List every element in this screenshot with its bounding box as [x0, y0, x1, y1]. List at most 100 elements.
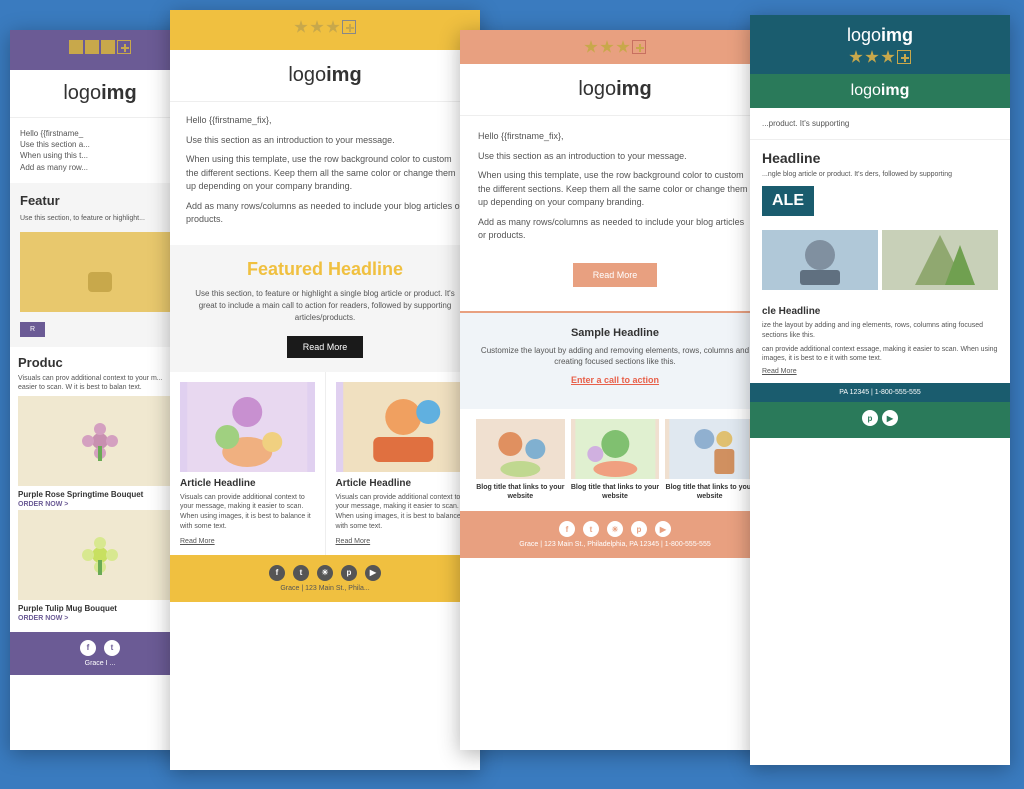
- card4-primary-header: logoimg: [750, 15, 1010, 74]
- card4-thumb1: [762, 230, 878, 290]
- card2-article1: Article Headline Visuals can provide add…: [170, 372, 326, 555]
- card3-intro: Use this section as an introduction to y…: [478, 150, 752, 164]
- twitter-icon[interactable]: t: [104, 640, 120, 656]
- card1-greeting: Hello {{firstname_: [20, 128, 180, 139]
- card4-stars-row: [760, 50, 1000, 64]
- card2-greeting: Hello {{firstname_fix},: [186, 114, 464, 128]
- card2-article2-headline: Article Headline: [336, 478, 471, 489]
- card4-headline: Headline: [762, 150, 998, 166]
- card3-body-p2: Add as many rows/columns as needed to in…: [478, 216, 752, 243]
- card3-body-p1: When using this template, use the row ba…: [478, 169, 752, 210]
- card4-contact-text: PA 12345 | 1-800-555-555: [760, 389, 1000, 396]
- card1-flower2-image: [18, 510, 182, 600]
- star-3: [101, 40, 115, 54]
- twitter-icon[interactable]: t: [293, 565, 309, 581]
- card3-read-more-area: Read More: [460, 263, 770, 311]
- card1-intro: Use this section a...: [20, 139, 180, 150]
- card2-footer: f t ☀ p ▶ Grace | 123 Main St., Phila...: [170, 555, 480, 602]
- card3-greeting: Hello {{firstname_fix},: [478, 130, 752, 144]
- pinterest-icon[interactable]: p: [862, 410, 878, 426]
- card2-article2-read-more[interactable]: Read More: [336, 538, 471, 545]
- card1-flower1-order[interactable]: ORDER NOW >: [18, 501, 182, 508]
- card2-logo-section: logoimg: [170, 50, 480, 102]
- card2-article1-headline: Article Headline: [180, 478, 315, 489]
- blog1-illustration: [476, 419, 565, 479]
- star-1: [294, 20, 308, 34]
- card3-blog3-image: [665, 419, 754, 479]
- card3-sample-section: Sample Headline Customize the layout by …: [460, 311, 770, 409]
- star-2: [85, 40, 99, 54]
- card3-blog1: Blog title that links to your website: [476, 419, 565, 501]
- card1-logo-section: logoimg: [10, 70, 190, 118]
- card2-article1-desc: Visuals can provide additional context t…: [180, 493, 315, 532]
- card1-header: [10, 30, 190, 70]
- star-1: [69, 40, 83, 54]
- star-1: [584, 40, 598, 54]
- card4-social-icons: p ▶: [758, 410, 1002, 426]
- flower2-svg: [75, 530, 125, 580]
- card3-blog-row: Blog title that links to your website Bl…: [460, 409, 770, 511]
- card4-secondary-header: logoimg: [750, 74, 1010, 108]
- card4-headline-desc: ...ngle blog article or product. It's de…: [762, 170, 998, 180]
- card2-article2-image: [336, 382, 471, 472]
- facebook-icon[interactable]: f: [559, 521, 575, 537]
- card2-featured-headline: Featured Headline: [186, 259, 464, 280]
- star-2: [310, 20, 324, 34]
- star-3: [881, 50, 895, 64]
- facebook-icon[interactable]: f: [80, 640, 96, 656]
- featured-figure-svg: [70, 242, 130, 302]
- card1-footer: f t Grace I ...: [10, 632, 190, 675]
- card2-article2-desc: Visuals can provide additional context t…: [336, 493, 471, 532]
- facebook-icon[interactable]: f: [269, 565, 285, 581]
- card3-footer-text: Grace | 123 Main St., Philadelphia, PA 1…: [470, 541, 760, 548]
- card1-product-desc: Visuals can prov additional context to y…: [18, 374, 182, 392]
- card3-cta-link[interactable]: Enter a call to action: [478, 375, 752, 385]
- card4-read-more[interactable]: Read More: [762, 368, 998, 375]
- flower1-svg: [75, 416, 125, 466]
- pinterest-icon[interactable]: p: [631, 521, 647, 537]
- card4-contact-bar: PA 12345 | 1-800-555-555: [750, 383, 1010, 402]
- card2-social-icons: f t ☀ p ▶: [180, 565, 470, 581]
- instagram-icon[interactable]: ☀: [317, 565, 333, 581]
- card4-body-section: ...product. It's supporting: [750, 108, 1010, 140]
- youtube-icon[interactable]: ▶: [882, 410, 898, 426]
- card2-read-more-btn[interactable]: Read More: [287, 336, 364, 358]
- card2-body-p1: When using this template, use the row ba…: [186, 153, 464, 194]
- article2-illustration: [336, 382, 471, 472]
- card4-body-text: ...product. It's supporting: [762, 118, 998, 129]
- card3-logo-section: logoimg: [460, 64, 770, 116]
- star-plus: [632, 40, 646, 54]
- blog3-illustration: [665, 419, 754, 479]
- card2-article1-read-more[interactable]: Read More: [180, 538, 315, 545]
- card4-sale-tag: ALE: [762, 186, 814, 216]
- card2-stars-row: [180, 20, 470, 34]
- card1-logo: logoimg: [63, 82, 136, 104]
- blog2-illustration: [571, 419, 660, 479]
- twitter-icon[interactable]: t: [583, 521, 599, 537]
- star-3: [326, 20, 340, 34]
- instagram-icon[interactable]: ☀: [607, 521, 623, 537]
- card2-body: Hello {{firstname_fix}, Use this section…: [170, 102, 480, 245]
- card3-blog3-title: Blog title that links to your website: [665, 483, 754, 501]
- card3-blog1-title: Blog title that links to your website: [476, 483, 565, 501]
- youtube-icon[interactable]: ▶: [365, 565, 381, 581]
- card1-flower1-image: [18, 396, 182, 486]
- card1-flower2-order[interactable]: ORDER NOW >: [18, 615, 182, 622]
- card3-blog2: Blog title that links to your website: [571, 419, 660, 501]
- pinterest-icon[interactable]: p: [341, 565, 357, 581]
- card3-footer: f t ☀ p ▶ Grace | 123 Main St., Philadel…: [460, 511, 770, 558]
- card4-footer: p ▶: [750, 402, 1010, 438]
- card1-body-p2: Add as many row...: [20, 162, 180, 173]
- card4-logo-top: logoimg: [847, 25, 913, 45]
- star-plus: [117, 40, 131, 54]
- card3-sample-headline: Sample Headline: [478, 327, 752, 339]
- card1-social-icons: f t: [18, 640, 182, 656]
- card3-read-more-btn[interactable]: Read More: [573, 263, 658, 287]
- card3-blog1-image: [476, 419, 565, 479]
- email-template-card-1: logoimg Hello {{firstname_ Use this sect…: [10, 30, 190, 750]
- card3-logo: logoimg: [578, 78, 651, 100]
- card3-blog3: Blog title that links to your website: [665, 419, 754, 501]
- card1-read-more-btn[interactable]: R: [20, 322, 45, 337]
- card4-headline-section: Headline ...ngle blog article or product…: [750, 140, 1010, 230]
- youtube-icon[interactable]: ▶: [655, 521, 671, 537]
